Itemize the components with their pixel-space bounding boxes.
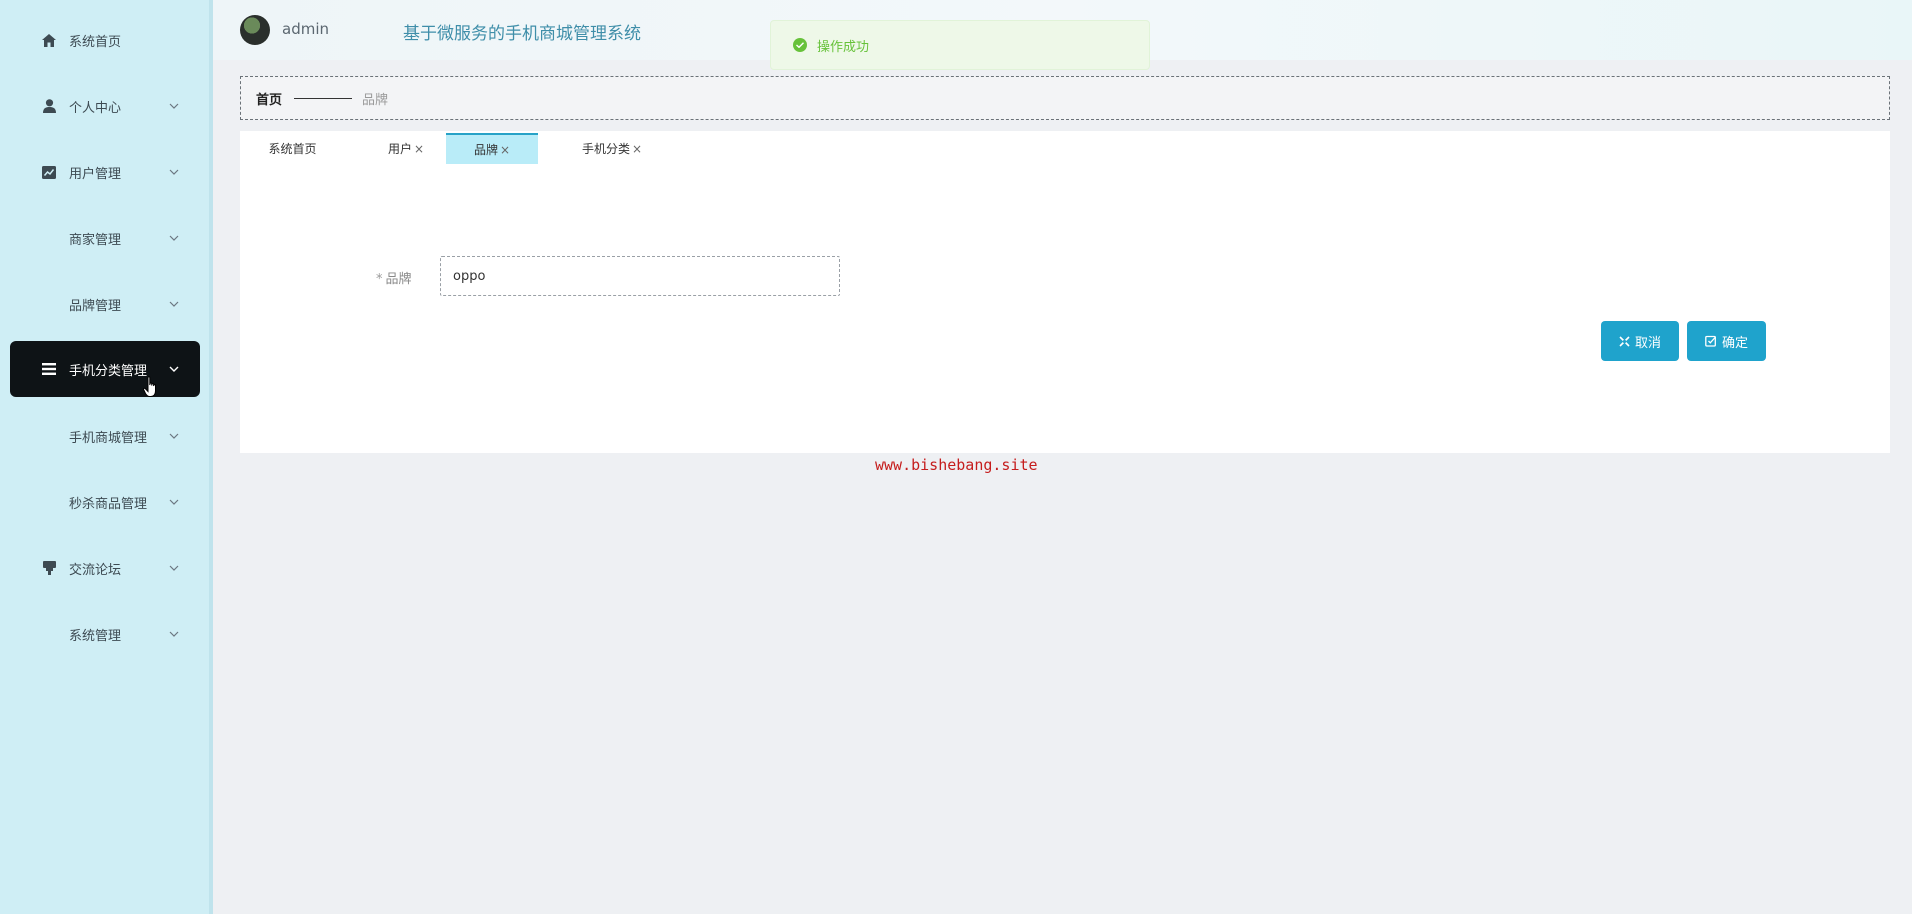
sidebar-item-label: 秒杀商品管理 [69,496,148,512]
sidebar-item-flash-sale-management[interactable]: 秒杀商品管理 [10,474,200,530]
close-icon[interactable]: × [632,142,642,156]
toast-message: 操作成功 [817,39,870,55]
chevron-down-icon [168,496,180,508]
cancel-button[interactable]: 取消 [1601,321,1679,361]
edit-check-icon [1705,335,1717,347]
sidebar-item-label: 手机分类管理 [69,363,148,379]
success-toast: 操作成功 [770,20,1150,70]
cancel-icon [1619,335,1630,347]
required-mark: * [376,272,383,287]
sidebar-item-merchant-management[interactable]: 商家管理 [10,210,200,266]
close-icon[interactable]: × [500,143,510,157]
chevron-down-icon [168,232,180,244]
sidebar-item-label: 用户管理 [69,166,122,182]
grid-icon [42,429,56,443]
sidebar-item-label: 个人中心 [69,100,122,116]
list-icon [42,362,56,376]
check-circle-icon [793,38,807,52]
tab-label: 手机分类 [581,142,630,156]
chevron-down-icon [168,100,180,112]
sidebar-item-phone-category-management[interactable]: 手机分类管理 [10,341,200,397]
breadcrumb-current: 品牌 [362,92,389,108]
tab-label: 用户 [387,142,412,156]
grid-icon [42,627,56,641]
close-icon[interactable]: × [414,142,424,156]
sidebar-item-phone-mall-management[interactable]: 手机商城管理 [10,408,200,464]
tab-system-home[interactable]: 系统首页 [240,133,345,164]
tab-label: 系统首页 [268,142,317,156]
forum-icon [42,561,56,575]
chevron-down-icon [168,166,180,178]
sidebar-item-label: 系统首页 [69,34,122,50]
sidebar-item-label: 手机商城管理 [69,430,148,446]
brand-field-label: * 品牌 [376,268,412,287]
home-icon [42,33,56,47]
avatar[interactable] [240,15,270,45]
page-title: 基于微服务的手机商城管理系统 [403,24,641,44]
confirm-button[interactable]: 确定 [1687,321,1766,361]
tab-phone-category[interactable]: 手机分类 × [562,133,662,164]
sidebar-item-label: 商家管理 [69,232,122,248]
chevron-down-icon [168,363,180,375]
sidebar-item-label: 交流论坛 [69,562,122,578]
grid-icon [42,297,56,311]
username[interactable]: admin [282,20,329,38]
breadcrumb: 首页 品牌 [240,76,1890,120]
sidebar-item-label: 品牌管理 [69,298,122,314]
watermark-text: www.bishebang.site [875,456,1038,474]
tab-user[interactable]: 用户 × [376,133,436,164]
chevron-down-icon [168,628,180,640]
user-icon [42,99,56,113]
sidebar-item-forum[interactable]: 交流论坛 [10,540,200,596]
chart-icon [42,165,56,179]
sidebar-item-label: 系统管理 [69,628,122,644]
sidebar-item-personal-center[interactable]: 个人中心 [10,78,200,134]
tab-brand[interactable]: 品牌 × [446,133,538,164]
breadcrumb-home[interactable]: 首页 [256,89,282,108]
sidebar-item-home[interactable]: 系统首页 [10,12,200,68]
chevron-down-icon [168,562,180,574]
grid-icon [42,495,56,509]
sidebar-item-user-management[interactable]: 用户管理 [10,144,200,200]
hand-pointer-cursor-icon [143,376,159,398]
chevron-down-icon [168,298,180,310]
sidebar-item-brand-management[interactable]: 品牌管理 [10,276,200,332]
tab-label: 品牌 [473,143,498,157]
sidebar: 系统首页 个人中心 用户管理 商家管理 品牌管理 手机分类管理 手机商城管理 秒… [0,0,213,914]
brand-input[interactable] [440,256,840,296]
brand-label-text: 品牌 [385,272,412,287]
breadcrumb-separator [294,97,353,99]
sidebar-item-system-management[interactable]: 系统管理 [10,606,200,662]
chevron-down-icon [168,430,180,442]
confirm-button-label: 确定 [1721,335,1748,351]
cancel-button-label: 取消 [1634,335,1661,351]
grid-icon [42,231,56,245]
